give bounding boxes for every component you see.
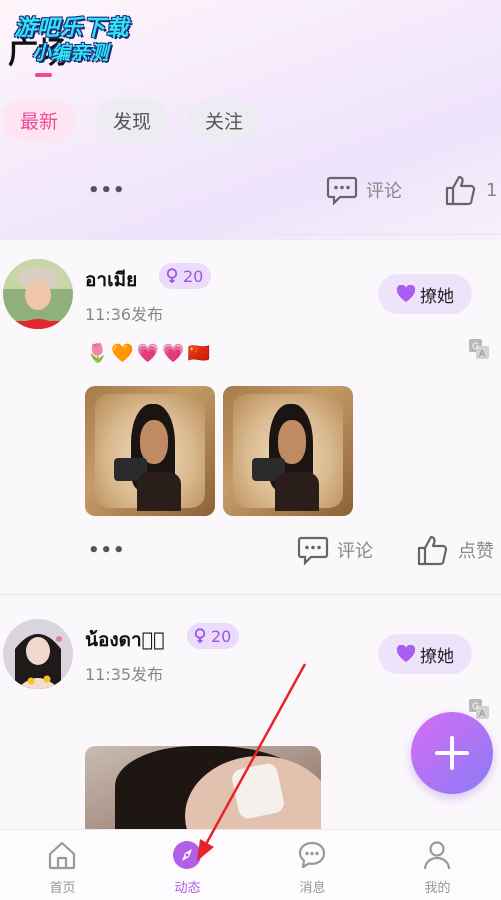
tab-following[interactable]: 关注 bbox=[187, 100, 261, 141]
watermark-logo: 游吧乐下载 小编亲测 bbox=[14, 10, 164, 70]
thumbs-up-icon bbox=[417, 535, 448, 566]
nav-home[interactable]: 首页 bbox=[0, 830, 125, 900]
nav-messages[interactable]: 消息 bbox=[250, 830, 375, 900]
emoji-pink-heart: 💗 bbox=[162, 343, 185, 364]
post-time: 11:35发布 bbox=[85, 665, 164, 684]
heart-icon bbox=[396, 645, 416, 662]
emoji-pink-heart: 💗 bbox=[136, 343, 160, 364]
comment-label: 评论 bbox=[337, 541, 373, 562]
title-underline bbox=[35, 73, 52, 77]
post-photo[interactable] bbox=[85, 386, 215, 516]
more-button[interactable]: ••• bbox=[88, 180, 125, 201]
level-badge: 20 bbox=[187, 623, 240, 649]
svg-text:G: G bbox=[472, 702, 479, 712]
post-time: 11:36发布 bbox=[85, 305, 164, 324]
post-actions: ••• 评论 点赞 bbox=[0, 530, 501, 570]
venus-icon bbox=[194, 628, 206, 643]
person-icon bbox=[423, 841, 451, 870]
avatar[interactable] bbox=[3, 619, 73, 689]
nav-label: 动态 bbox=[174, 881, 201, 896]
emoji-orange-heart: 🧡 bbox=[111, 343, 134, 364]
more-button[interactable]: ••• bbox=[88, 540, 125, 561]
feed-tabs: 最新 发现 关注 bbox=[0, 100, 501, 144]
svg-text:A: A bbox=[479, 350, 486, 360]
username[interactable]: น้องดาว⃞ bbox=[85, 625, 165, 655]
flirt-button[interactable]: 撩她 bbox=[378, 634, 472, 674]
nav-label: 消息 bbox=[299, 881, 326, 896]
bottom-navigation: 首页 动态 消息 我的 bbox=[0, 829, 501, 900]
comment-label: 评论 bbox=[366, 181, 402, 202]
nav-label: 首页 bbox=[49, 881, 76, 896]
emoji-china-flag: 🇨🇳 bbox=[187, 343, 211, 364]
nav-moments[interactable]: 动态 bbox=[125, 830, 250, 900]
avatar-image bbox=[3, 619, 73, 689]
tab-discover[interactable]: 发现 bbox=[95, 100, 169, 141]
username[interactable]: อาเมีย bbox=[85, 265, 137, 295]
avatar[interactable] bbox=[3, 259, 73, 329]
flirt-button[interactable]: 撩她 bbox=[378, 274, 472, 314]
like-count: 1 bbox=[486, 179, 498, 201]
thumbs-up-icon bbox=[445, 175, 476, 206]
like-button[interactable]: 1 bbox=[444, 170, 497, 210]
tab-latest[interactable]: 最新 bbox=[2, 100, 76, 141]
level-badge: 20 bbox=[159, 263, 212, 289]
translate-icon[interactable]: GA bbox=[468, 338, 490, 360]
avatar-image bbox=[3, 259, 73, 329]
svg-text:A: A bbox=[479, 710, 486, 720]
nav-label: 我的 bbox=[424, 881, 451, 896]
comment-button[interactable]: 评论 bbox=[326, 170, 402, 210]
flirt-label: 撩她 bbox=[420, 646, 454, 667]
post-divider bbox=[0, 234, 501, 235]
plus-icon bbox=[435, 736, 469, 770]
home-icon bbox=[48, 841, 76, 870]
post-divider bbox=[0, 594, 501, 595]
comment-icon bbox=[297, 536, 329, 565]
nav-profile[interactable]: 我的 bbox=[375, 830, 500, 900]
venus-icon bbox=[166, 268, 178, 283]
comment-button[interactable]: 评论 bbox=[297, 530, 373, 570]
comment-icon bbox=[326, 176, 358, 205]
post-emojis: 🌷 🧡 💗 💗 🇨🇳 bbox=[86, 343, 210, 364]
create-post-button[interactable] bbox=[411, 712, 493, 794]
flirt-label: 撩她 bbox=[420, 286, 454, 307]
svg-text:G: G bbox=[472, 342, 479, 352]
level-value: 20 bbox=[183, 266, 204, 286]
post-photo[interactable] bbox=[223, 386, 353, 516]
level-value: 20 bbox=[211, 626, 232, 646]
like-label: 点赞 bbox=[458, 541, 494, 562]
heart-icon bbox=[396, 285, 416, 302]
compass-icon bbox=[173, 841, 201, 869]
emoji-tulip: 🌷 bbox=[86, 343, 109, 364]
watermark-line-2: 小编亲测 bbox=[32, 42, 109, 64]
previous-post-actions: ••• 评论 1 bbox=[0, 170, 501, 210]
like-button[interactable]: 点赞 bbox=[416, 530, 494, 570]
chat-icon bbox=[298, 841, 326, 869]
